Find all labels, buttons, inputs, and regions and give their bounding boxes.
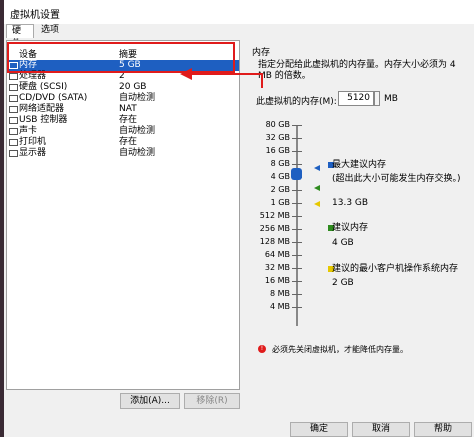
memory-input[interactable]: 5120 bbox=[338, 91, 374, 106]
device-name: 显示器 bbox=[19, 148, 47, 158]
scale-label: 256 MB bbox=[259, 224, 290, 233]
slider-tick bbox=[292, 190, 302, 191]
device-row-display[interactable]: 显示器 自动检测 bbox=[7, 148, 239, 159]
scale-label: 512 MB bbox=[259, 211, 290, 220]
scale-label: 2 GB bbox=[270, 185, 290, 194]
device-summary: 自动检测 bbox=[119, 148, 156, 158]
display-icon bbox=[9, 150, 18, 157]
section-title: 内存 bbox=[252, 48, 271, 58]
device-summary: 存在 bbox=[119, 115, 138, 125]
memory-slider-thumb[interactable] bbox=[291, 168, 302, 180]
help-button[interactable]: 帮助 bbox=[414, 422, 472, 437]
processor-icon bbox=[9, 73, 18, 80]
scale-label: 8 MB bbox=[269, 289, 290, 298]
slider-tick bbox=[292, 229, 302, 230]
memory-unit: MB bbox=[384, 94, 398, 104]
ok-button[interactable]: 确定 bbox=[290, 422, 348, 437]
recommended-legend-value: 4 GB bbox=[332, 238, 354, 248]
network-adapter-icon bbox=[9, 106, 18, 113]
slider-tick bbox=[292, 138, 302, 139]
slider-tick bbox=[292, 268, 302, 269]
memory-scale: 80 GB 32 GB 16 GB 8 GB 4 GB 2 GB 1 GB 51… bbox=[246, 120, 474, 340]
sound-card-icon bbox=[9, 128, 18, 135]
tab-options[interactable]: 选项 bbox=[36, 24, 64, 38]
device-name: USB 控制器 bbox=[19, 115, 68, 125]
slider-tick bbox=[292, 281, 302, 282]
scale-label: 8 GB bbox=[270, 159, 290, 168]
usb-controller-icon bbox=[9, 117, 18, 124]
memory-description: 指定分配给此虚拟机的内存量。内存大小必须为 4 MB 的倍数。 bbox=[258, 60, 456, 81]
device-row-hard-disk[interactable]: 硬盘 (SCSI) 20 GB bbox=[7, 82, 239, 93]
cancel-button[interactable]: 取消 bbox=[352, 422, 410, 437]
remove-button[interactable]: 移除(R) bbox=[184, 393, 240, 409]
memory-label: 此虚拟机的内存(M): bbox=[256, 97, 337, 107]
slider-tick bbox=[292, 294, 302, 295]
device-summary: 存在 bbox=[119, 137, 138, 147]
memory-panel: 内存 指定分配给此虚拟机的内存量。内存大小必须为 4 MB 的倍数。 此虚拟机的… bbox=[246, 40, 474, 390]
scale-label: 16 GB bbox=[265, 146, 290, 155]
memory-slider-track[interactable] bbox=[296, 126, 298, 326]
scale-label: 4 MB bbox=[269, 302, 290, 311]
vm-settings-window: 虚拟机设置 硬件 选项 设备 摘要 内存 5 GB 处理器 2 硬盘 (SCSI… bbox=[0, 0, 474, 437]
scale-label: 80 GB bbox=[265, 120, 290, 129]
min-guest-legend-title: 建议的最小客户机操作系统内存 bbox=[332, 264, 459, 274]
window-title: 虚拟机设置 bbox=[10, 10, 60, 21]
recommended-legend-title: 建议内存 bbox=[332, 223, 369, 233]
warning-icon: ! bbox=[258, 345, 266, 353]
desktop-edge bbox=[0, 0, 4, 437]
hard-disk-icon bbox=[9, 84, 18, 91]
min-guest-legend-value: 2 GB bbox=[332, 278, 354, 288]
device-summary: 20 GB bbox=[119, 82, 147, 92]
scale-label: 64 MB bbox=[264, 250, 290, 259]
max-legend-value: 13.3 GB bbox=[332, 198, 369, 208]
device-list: 设备 摘要 内存 5 GB 处理器 2 硬盘 (SCSI) 20 GB CD/D… bbox=[6, 40, 240, 390]
slider-tick bbox=[292, 125, 302, 126]
device-summary: 自动检测 bbox=[119, 93, 156, 103]
device-row-network-adapter[interactable]: 网络适配器 NAT bbox=[7, 104, 239, 115]
device-row-cd-dvd[interactable]: CD/DVD (SATA) 自动检测 bbox=[7, 93, 239, 104]
cd-dvd-icon bbox=[9, 95, 18, 102]
scale-label: 16 MB bbox=[264, 276, 290, 285]
scale-label: 128 MB bbox=[259, 237, 290, 246]
warning-text: 必须先关闭虚拟机，才能降低内存量。 bbox=[272, 345, 408, 354]
add-button[interactable]: 添加(A)... bbox=[120, 393, 180, 409]
slider-tick bbox=[292, 151, 302, 152]
min-guest-marker bbox=[314, 201, 320, 207]
slider-tick bbox=[292, 307, 302, 308]
slider-tick bbox=[292, 203, 302, 204]
slider-tick bbox=[292, 164, 302, 165]
scale-label: 32 MB bbox=[264, 263, 290, 272]
title-bar: 虚拟机设置 bbox=[4, 0, 474, 24]
device-summary: NAT bbox=[119, 104, 137, 114]
device-summary: 自动检测 bbox=[119, 126, 156, 136]
max-legend-note: (超出此大小可能发生内存交换。) bbox=[332, 174, 461, 184]
device-row-usb-controller[interactable]: USB 控制器 存在 bbox=[7, 115, 239, 126]
scale-label: 32 GB bbox=[265, 133, 290, 142]
scale-label: 1 GB bbox=[270, 198, 290, 207]
scale-label: 4 GB bbox=[270, 172, 290, 181]
device-name: 硬盘 (SCSI) bbox=[19, 82, 68, 92]
device-name: 声卡 bbox=[19, 126, 38, 136]
slider-tick bbox=[292, 242, 302, 243]
recommended-marker bbox=[314, 185, 320, 191]
dialog-buttons: 确定 取消 帮助 bbox=[290, 422, 474, 437]
device-name: CD/DVD (SATA) bbox=[19, 93, 88, 103]
device-name: 网络适配器 bbox=[19, 104, 65, 114]
tab-hardware[interactable]: 硬件 bbox=[6, 24, 34, 49]
device-row-sound-card[interactable]: 声卡 自动检测 bbox=[7, 126, 239, 137]
slider-tick bbox=[292, 216, 302, 217]
max-recommended-marker bbox=[314, 165, 320, 171]
highlight-box bbox=[7, 42, 235, 73]
memory-spinner[interactable] bbox=[374, 91, 380, 106]
max-legend-title: 最大建议内存 bbox=[332, 160, 387, 170]
device-row-printer[interactable]: 打印机 存在 bbox=[7, 137, 239, 148]
slider-tick bbox=[292, 255, 302, 256]
device-name: 打印机 bbox=[19, 137, 47, 147]
printer-icon bbox=[9, 139, 18, 146]
